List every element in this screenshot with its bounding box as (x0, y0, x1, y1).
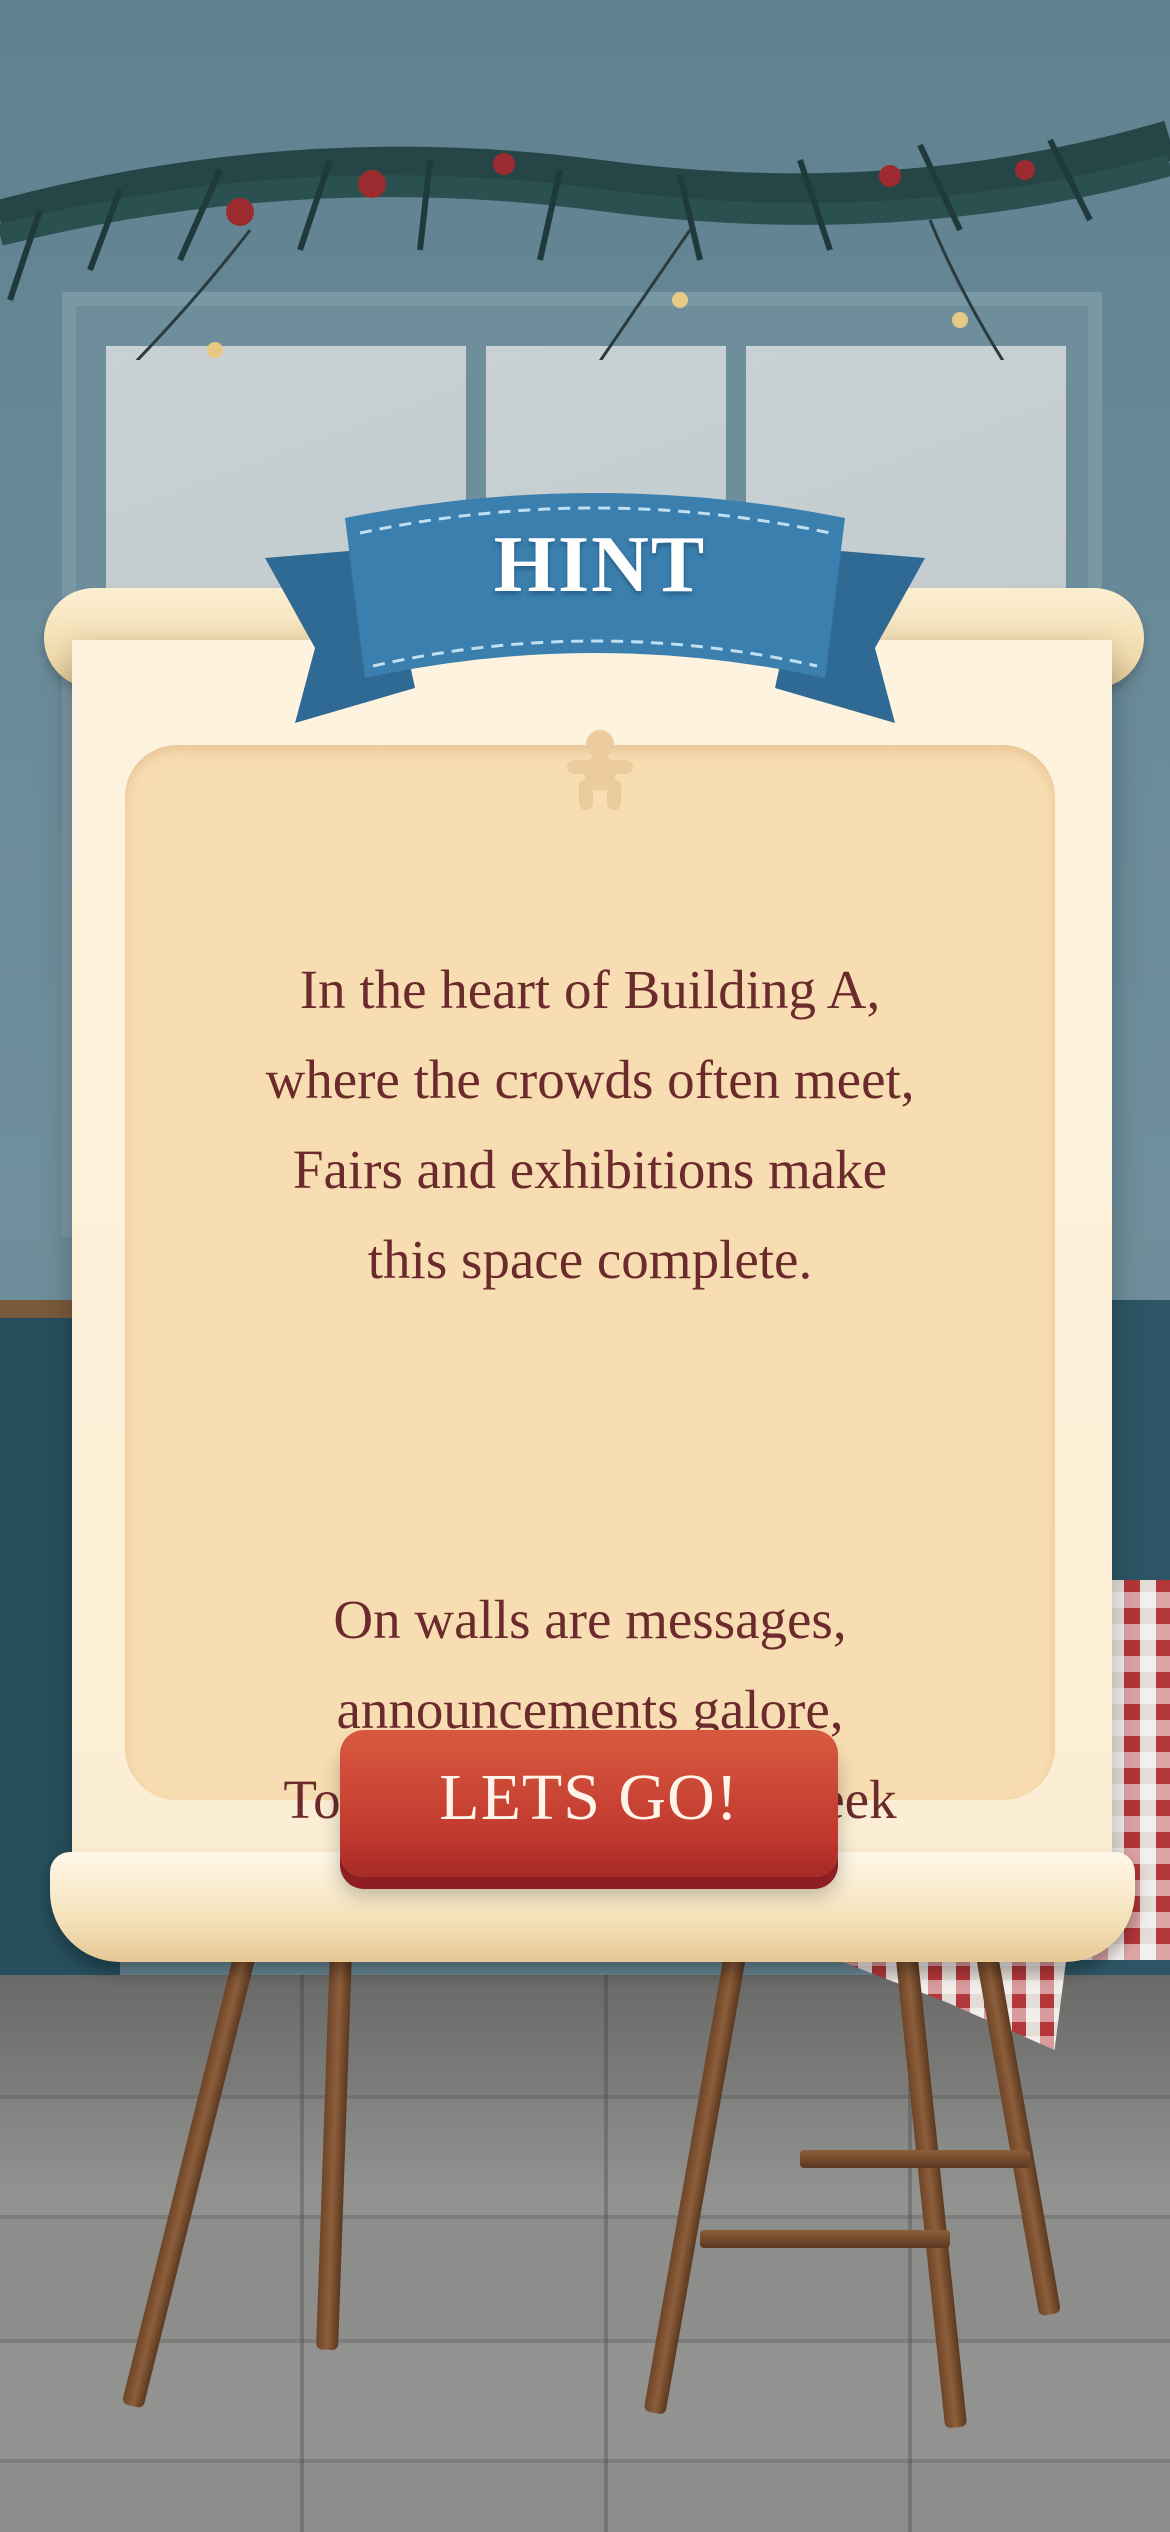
verse-spacer (140, 1395, 1040, 1485)
easel-rung (700, 2230, 950, 2248)
hint-verse-1: In the heart of Building A, where the cr… (265, 959, 915, 1290)
pine-garland (0, 120, 1170, 360)
gingerbread-icon (567, 730, 633, 810)
hint-title: HINT (493, 521, 707, 609)
easel-rung (800, 2150, 1030, 2168)
lets-go-button[interactable]: LETS GO! (340, 1730, 838, 1877)
